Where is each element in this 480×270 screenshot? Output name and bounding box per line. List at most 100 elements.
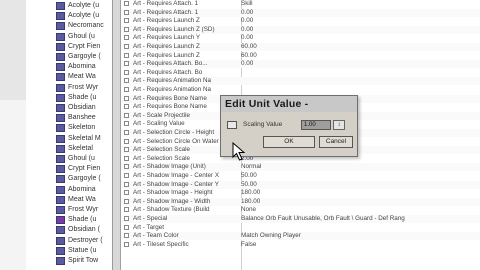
unit-icon (56, 83, 65, 92)
tree-item[interactable]: Skeletal (56, 144, 93, 154)
field-row[interactable]: Art - Requires Attach. 1 0.00 (121, 8, 480, 17)
field-name: Art - Requires Animation Na (133, 77, 212, 85)
field-icon (124, 95, 129, 101)
field-name: Art - Team Color (133, 232, 179, 240)
tree-item-label: Shade (u (68, 216, 97, 224)
tree-item[interactable]: Abomina (56, 62, 96, 72)
tree-item[interactable]: Crypt Fien (56, 164, 100, 174)
field-name: Art - Shadow Image - Width (133, 197, 211, 205)
field-value[interactable]: 0.00 (241, 26, 480, 34)
field-value[interactable]: 60.00 (241, 43, 480, 51)
field-row[interactable]: Art - Requires Attach. 1 Skill (121, 0, 480, 8)
field-icon (124, 112, 129, 118)
unit-icon (56, 53, 65, 61)
field-icon (124, 130, 129, 135)
field-value[interactable]: Normal (241, 163, 480, 171)
tree-item-label: Skeleton (68, 124, 96, 132)
field-value[interactable]: Skill (241, 0, 480, 8)
field-value[interactable]: 180.00 (241, 189, 480, 197)
field-row[interactable]: Art - Requires Launch Z 60.00 (121, 43, 480, 51)
field-icon (124, 18, 129, 24)
tree-item[interactable]: Acolyte (u (56, 1, 99, 11)
field-value[interactable]: 50.00 (241, 172, 480, 180)
tree-item[interactable]: Skeletal M (56, 134, 101, 144)
field-value[interactable]: False (241, 241, 480, 249)
cancel-button[interactable]: Cancel (319, 136, 353, 148)
field-row[interactable]: Art - Requires Launch Z 0.00 (121, 17, 480, 25)
unit-icon (56, 42, 65, 51)
tree-item[interactable]: Destroyer ( (56, 236, 103, 246)
field-icon (124, 1, 129, 6)
field-row[interactable]: Art - Requires Attach. Bo (121, 69, 480, 77)
object-tree[interactable]: Acolyte (u Acolyte (u Necromanc Ghoul (u Cry… (26, 0, 113, 270)
pane-splitter[interactable] (113, 0, 121, 270)
field-row[interactable]: Art - Shadow Image - Width 180.00 (121, 197, 480, 206)
field-row[interactable]: Art - Shadow Image (Unit) Normal (121, 163, 480, 172)
tree-item[interactable]: Meat Wa (56, 195, 96, 205)
field-value[interactable]: 0.00 (241, 17, 480, 25)
tree-item[interactable]: Frost Wyr (56, 83, 98, 93)
spin-button[interactable]: ↕ (333, 120, 345, 130)
field-name: Art - Requires Attach. 1 (133, 8, 199, 16)
tree-item-label: Ghoul (u (68, 32, 95, 40)
tree-item[interactable]: Ghoul (u (56, 154, 95, 164)
field-row[interactable]: Art - Requires Launch Y 0.00 (121, 34, 480, 42)
tree-item[interactable]: Meat Wa (56, 72, 96, 82)
field-row[interactable]: Art - Tileset Specific False (121, 241, 480, 249)
dialog-title: Edit Unit Value - (221, 96, 357, 112)
tree-item[interactable]: Necromanc (56, 21, 104, 31)
unit-icon (56, 175, 65, 184)
field-row[interactable]: Art - Requires Attach. Bo... 0.00 (121, 60, 480, 69)
field-value[interactable]: Balance Orb Fault Unusable, Orb Fault \ … (241, 215, 480, 223)
field-value[interactable]: 0.00 (241, 9, 480, 17)
tree-item[interactable]: Crypt Fien (56, 42, 100, 52)
tree-item[interactable]: Obsidian ( (56, 225, 100, 235)
unit-icon (56, 226, 65, 235)
field-icon (124, 216, 129, 221)
field-value[interactable]: 60.00 (241, 52, 480, 60)
tree-item[interactable]: Gargoyle ( (56, 174, 101, 184)
field-row[interactable]: Art - Requires Launch Z 60.00 (121, 52, 480, 60)
tree-item[interactable]: Statue (u (56, 246, 96, 256)
field-row[interactable]: Art - Shadow Image - Center Y 50.00 (121, 180, 480, 189)
field-value[interactable]: 50.00 (241, 181, 480, 189)
unit-icon (56, 63, 65, 72)
field-value[interactable]: 0.00 (241, 60, 480, 68)
unit-icon (56, 124, 65, 133)
mouse-cursor-icon (232, 142, 246, 161)
field-name: Art - Shadow Image - Center Y (133, 180, 219, 188)
unit-icon (56, 155, 65, 163)
tree-item[interactable]: Banshee (56, 113, 96, 123)
tree-item-label: Gargoyle ( (68, 53, 101, 60)
tree-item[interactable]: Obsidian (56, 103, 96, 113)
field-value[interactable]: 180.00 (241, 198, 480, 206)
field-row[interactable]: Art - Special Balance Orb Fault Unusable,… (121, 215, 480, 223)
tree-item[interactable]: Shade (u (56, 93, 96, 103)
field-row[interactable]: Art - Team Color Match Owning Player (121, 232, 480, 241)
field-row[interactable]: Art - Requires Animation Na (121, 77, 480, 86)
field-row[interactable]: Art - Shadow Image - Height 180.00 (121, 189, 480, 197)
tree-item[interactable]: Frost Wyr (56, 205, 98, 215)
tree-item[interactable]: Abomina (56, 185, 96, 195)
tree-item[interactable]: Acolyte (u (56, 11, 99, 21)
ok-button[interactable]: OK (263, 136, 315, 148)
tree-item[interactable]: Gargoyle ( (56, 52, 101, 62)
field-row[interactable]: Art - Shadow Image - Center X 50.00 (121, 172, 480, 180)
field-row[interactable]: Art - Shadow Texture (Build None (121, 206, 480, 214)
tree-item[interactable]: Shade (u (56, 215, 96, 225)
scaling-value-input[interactable]: 1.00 (301, 120, 331, 130)
tree-item[interactable]: Ghoul (u (56, 32, 95, 42)
field-icon (124, 173, 129, 178)
field-row[interactable]: Art - Requires Animation Na (121, 86, 480, 94)
tree-item-label: Skeletal (68, 144, 93, 152)
field-row[interactable]: Art - Target (121, 224, 480, 232)
field-name: Art - Requires Animation Na (133, 86, 212, 93)
tree-item[interactable]: Spirit Tow (56, 256, 98, 266)
field-value[interactable]: None (241, 206, 480, 214)
tree-item[interactable]: Skeleton (56, 123, 95, 133)
unit-icon (56, 185, 65, 194)
field-value[interactable]: Match Owning Player (241, 232, 480, 240)
unit-icon (56, 236, 65, 245)
field-value[interactable]: 0.00 (241, 34, 480, 42)
field-row[interactable]: Art - Requires Launch Z (SD) 0.00 (121, 25, 480, 34)
